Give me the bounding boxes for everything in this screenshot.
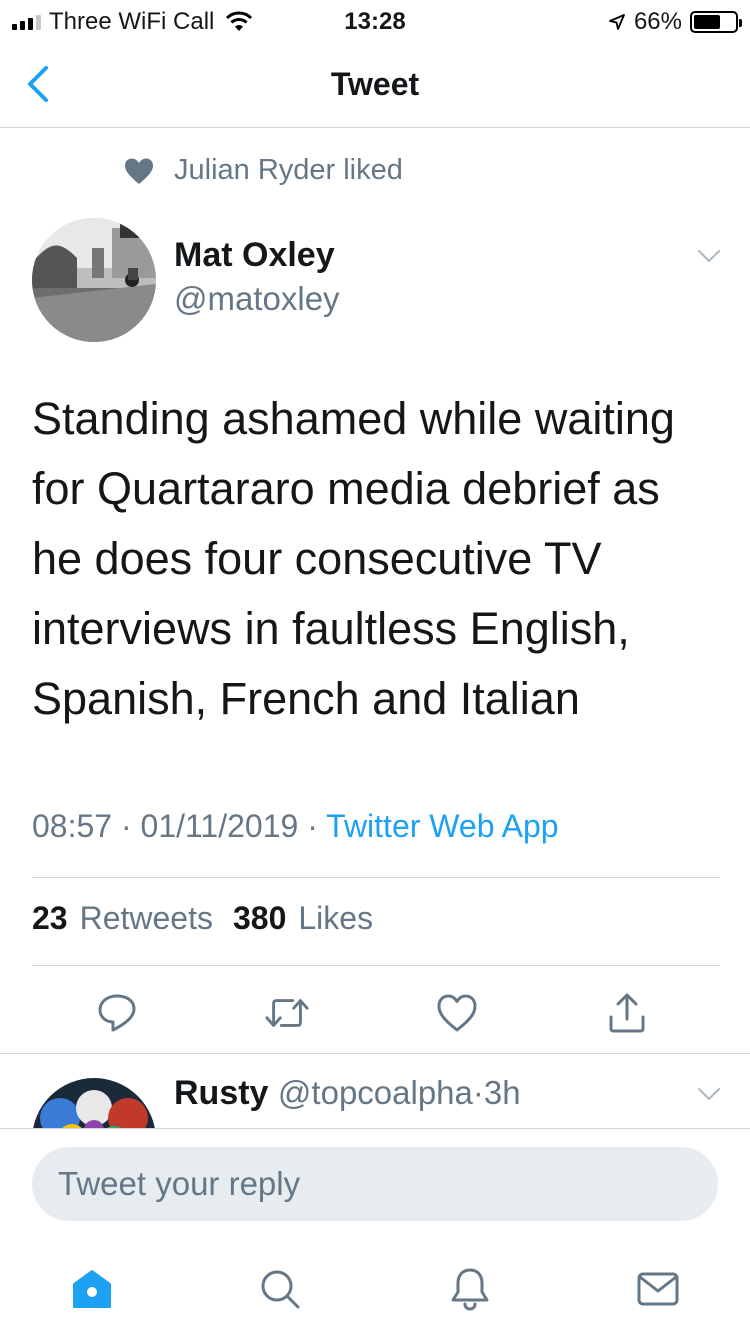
tab-bar <box>0 1251 750 1327</box>
tab-notifications[interactable] <box>438 1257 502 1321</box>
tab-messages[interactable] <box>626 1257 690 1321</box>
status-bar: Three WiFi Call 13:28 66% <box>0 0 750 40</box>
tab-home[interactable] <box>60 1257 124 1321</box>
tab-search[interactable] <box>248 1257 312 1321</box>
like-icon <box>437 994 477 1032</box>
reply-input[interactable] <box>32 1147 718 1221</box>
messages-icon <box>637 1272 679 1306</box>
status-right: 66% <box>608 8 742 36</box>
likes-label: Likes <box>298 900 374 936</box>
notifications-icon <box>451 1268 489 1311</box>
retweets-count: 23 <box>32 900 68 936</box>
tweet-date: 01/11/2019 <box>140 808 299 844</box>
bottom-panel <box>0 1128 750 1334</box>
share-icon <box>609 993 645 1033</box>
reply-icon <box>98 994 136 1032</box>
navigation-bar: Tweet <box>0 40 750 128</box>
author-name[interactable]: Mat Oxley <box>174 236 335 275</box>
tweet-meta: 08:57 · 01/11/2019 · Twitter Web App <box>32 808 559 845</box>
reply-author-handle[interactable]: @topcoalpha <box>278 1074 473 1111</box>
likes-stat[interactable]: 380 Likes <box>233 900 373 937</box>
tweet-stats: 23 Retweets 380 Likes <box>32 900 373 937</box>
share-button[interactable] <box>604 990 650 1036</box>
divider <box>0 1053 750 1054</box>
tweet-source-link[interactable]: Twitter Web App <box>326 808 558 844</box>
retweets-stat[interactable]: 23 Retweets <box>32 900 213 937</box>
meta-separator: · <box>120 808 132 844</box>
social-context: Julian Ryder liked <box>124 154 403 187</box>
reply-time: 3h <box>483 1074 521 1111</box>
page-title: Tweet <box>330 66 420 102</box>
divider <box>32 877 720 878</box>
chevron-down-icon[interactable] <box>696 1084 722 1104</box>
reply-header: Rusty @topcoalpha·3h <box>174 1074 521 1113</box>
chevron-down-icon[interactable] <box>696 246 722 266</box>
location-arrow-icon <box>609 14 625 30</box>
reply-button[interactable] <box>94 990 140 1036</box>
social-context-label: Julian Ryder liked <box>174 154 403 186</box>
retweet-icon <box>265 999 309 1027</box>
search-icon <box>261 1270 300 1309</box>
heart-filled-icon <box>125 158 153 184</box>
likes-count: 380 <box>232 900 287 936</box>
author-avatar[interactable] <box>32 218 156 342</box>
home-icon <box>73 1270 111 1308</box>
retweet-button[interactable] <box>264 990 310 1036</box>
battery-fill <box>694 15 721 29</box>
retweets-label: Retweets <box>79 900 213 936</box>
author-handle[interactable]: @matoxley <box>174 280 340 318</box>
tweet-time: 08:57 <box>32 808 113 844</box>
tweet-actions <box>0 984 750 1040</box>
meta-separator: · <box>307 808 318 844</box>
avatar-photo <box>32 218 156 342</box>
tweet-text: Standing ashamed while waiting for Quart… <box>32 393 675 724</box>
like-button[interactable] <box>434 990 480 1036</box>
reply-compose[interactable] <box>32 1147 718 1221</box>
reply-separator: · <box>472 1074 484 1111</box>
battery-icon <box>690 11 742 33</box>
battery-percent: 66% <box>633 8 682 35</box>
divider <box>32 965 720 966</box>
reply-author-name[interactable]: Rusty <box>174 1074 268 1112</box>
